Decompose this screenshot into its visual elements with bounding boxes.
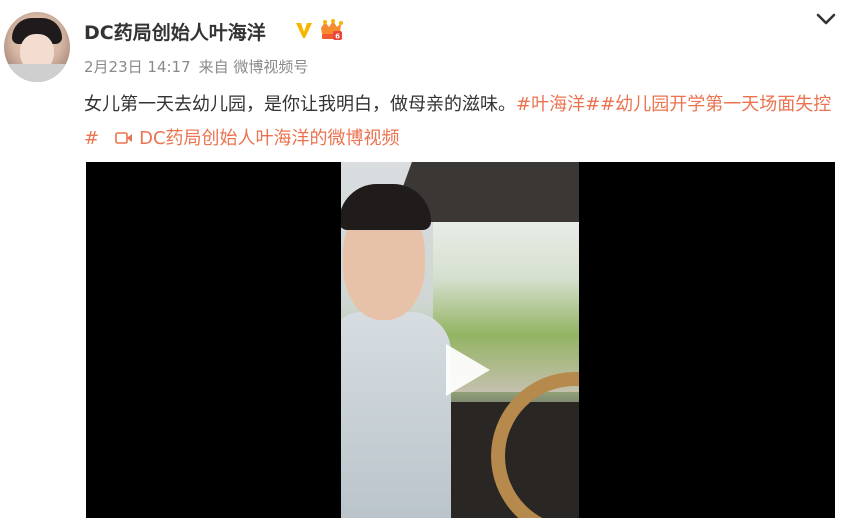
avatar-shirt	[4, 64, 70, 82]
username-link[interactable]: DC药局创始人叶海洋	[84, 18, 266, 45]
post-date[interactable]: 2月23日 14:17	[84, 58, 191, 76]
play-icon[interactable]	[432, 338, 496, 402]
hashtag-link-1[interactable]: #叶海洋#	[516, 94, 600, 115]
steering-wheel	[491, 372, 579, 518]
avatar[interactable]	[4, 12, 70, 82]
svg-text:6: 6	[335, 33, 340, 41]
post-body: 女儿第一天去幼儿园，是你让我明白，做母亲的滋味。	[84, 94, 516, 115]
video-link[interactable]: DC药局创始人叶海洋的微博视频	[139, 128, 399, 149]
vip-crown-icon[interactable]: 6	[318, 18, 344, 42]
post-meta: 2月23日 14:17 来自 微博视频号	[84, 56, 316, 77]
chevron-down-icon[interactable]	[815, 12, 837, 26]
video-player[interactable]	[86, 162, 835, 518]
post-text: 女儿第一天去幼儿园，是你让我明白，做母亲的滋味。#叶海洋##幼儿园开学第一天场面…	[84, 88, 834, 156]
video-camera-icon	[115, 132, 133, 144]
verified-v-icon	[296, 23, 312, 38]
post-source: 来自 微博视频号	[198, 58, 309, 76]
